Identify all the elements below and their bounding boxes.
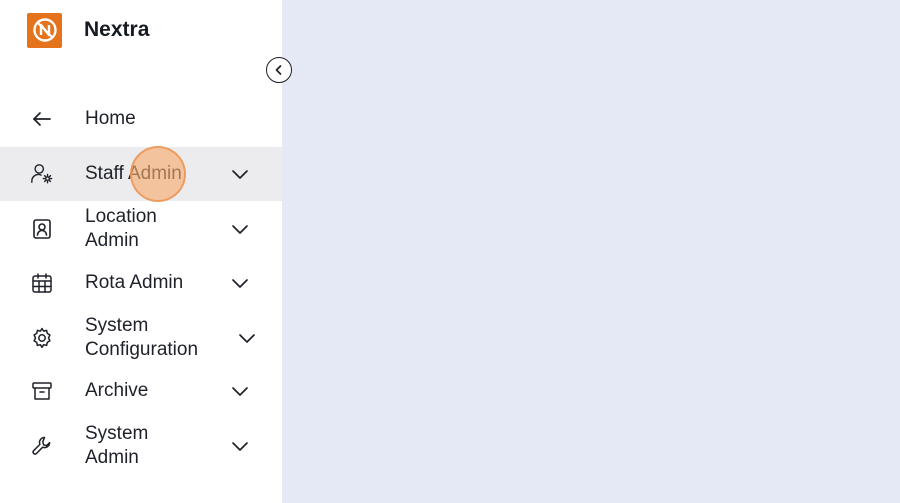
chevron-down-icon[interactable]: [237, 328, 257, 348]
nextra-logo-icon: [27, 12, 62, 48]
chevron-left-icon: [273, 64, 285, 76]
sidebar-item-label: System Admin: [85, 423, 149, 468]
sidebar-item-system-admin[interactable]: System Admin: [0, 421, 282, 471]
chevron-down-icon[interactable]: [230, 381, 250, 401]
sidebar-item-archive[interactable]: Archive: [0, 368, 282, 414]
sidebar-item-label: Archive: [85, 380, 149, 401]
id-badge-icon: [30, 217, 54, 241]
chevron-down-icon[interactable]: [230, 436, 250, 456]
sidebar-item-label: Home: [85, 108, 136, 129]
chevron-down-icon[interactable]: [230, 164, 250, 184]
sidebar-item-label: Staff Admin: [85, 163, 182, 184]
sidebar-item-location-admin[interactable]: Location Admin: [0, 204, 282, 254]
sidebar: Nextra Home Staff Admin Location Admin R…: [0, 0, 282, 503]
sidebar-item-staff-admin[interactable]: Staff Admin: [0, 147, 282, 201]
brand[interactable]: Nextra: [27, 12, 149, 48]
sidebar-item-label: Rota Admin: [85, 272, 184, 293]
archive-box-icon: [30, 379, 54, 403]
wrench-icon: [30, 434, 54, 458]
sidebar-item-label: System Configuration: [85, 315, 199, 360]
chevron-down-icon[interactable]: [230, 219, 250, 239]
user-gear-icon: [30, 162, 54, 186]
sidebar-item-rota-admin[interactable]: Rota Admin: [0, 260, 282, 306]
chevron-down-icon[interactable]: [230, 273, 250, 293]
brand-name: Nextra: [84, 18, 150, 41]
gear-icon: [30, 326, 54, 350]
sidebar-item-home[interactable]: Home: [0, 96, 282, 142]
sidebar-item-label: Location Admin: [85, 206, 157, 251]
app-window: Nextra Home Staff Admin Location Admin R…: [0, 0, 900, 503]
arrow-left-icon: [30, 107, 54, 131]
sidebar-collapse-button[interactable]: [266, 57, 292, 83]
sidebar-item-system-configuration[interactable]: System Configuration: [0, 313, 282, 363]
calendar-icon: [30, 271, 54, 295]
main-content: [282, 0, 900, 503]
